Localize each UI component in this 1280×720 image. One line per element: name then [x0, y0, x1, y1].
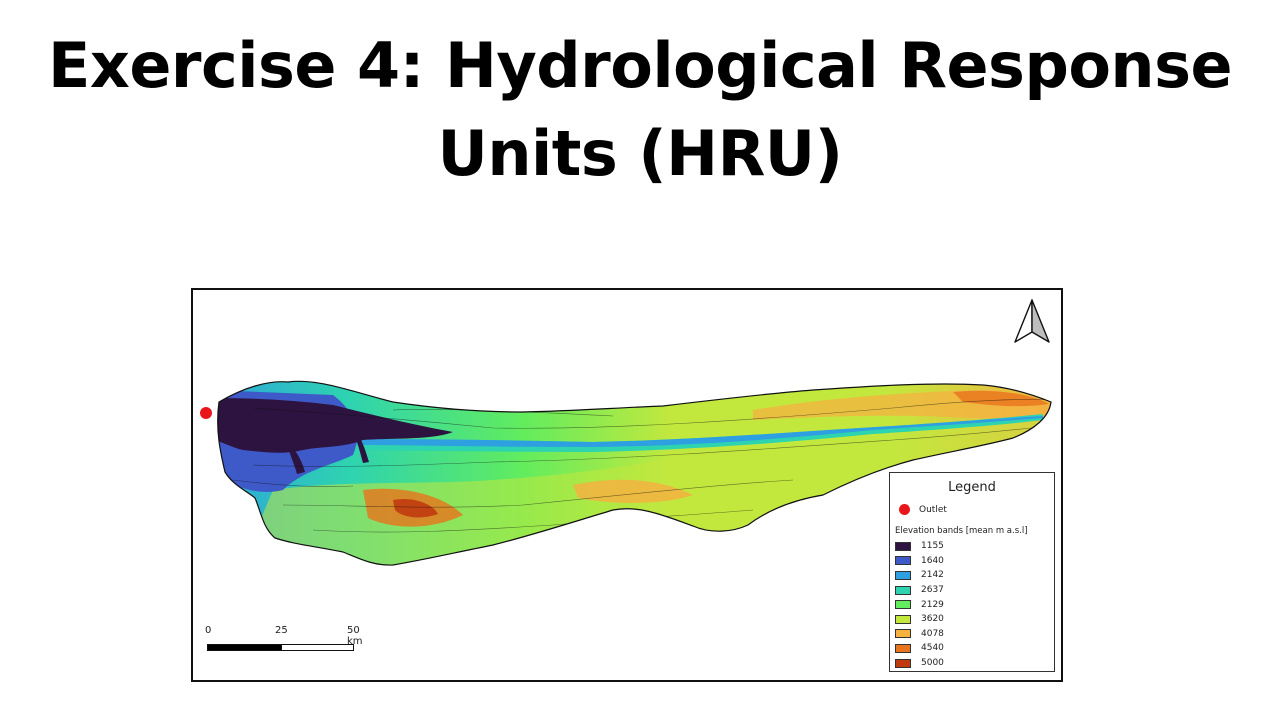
legend-band-label: 3620	[921, 614, 944, 625]
legend-bands-list: 1155 1640 2142 2637 2129 3620 4078 4540 5000	[890, 539, 1054, 670]
legend-band-swatch	[895, 643, 911, 653]
legend-band-item: 3620	[895, 612, 1054, 627]
legend-bands-title: Elevation bands [mean m a.s.l]	[895, 526, 1028, 536]
legend-band-swatch	[895, 658, 911, 668]
map-figure: Legend Outlet Elevation bands [mean m a.…	[191, 288, 1063, 682]
north-arrow-icon	[1014, 299, 1050, 343]
legend-band-item: 5000	[895, 656, 1054, 671]
legend-band-label: 4540	[921, 643, 944, 654]
legend-band-item: 4540	[895, 641, 1054, 656]
legend-band-swatch	[895, 600, 911, 610]
legend-band-swatch	[895, 556, 911, 566]
legend-band-label: 1155	[921, 541, 944, 552]
legend-band-swatch	[895, 541, 911, 551]
legend-band-item: 4078	[895, 627, 1054, 642]
scale-bar-dark-segment	[207, 644, 282, 651]
legend-outlet-label: Outlet	[919, 504, 947, 515]
slide-title-line-1: Exercise 4: Hydrological Response	[47, 29, 1233, 102]
legend-band-label: 2637	[921, 585, 944, 596]
legend-band-swatch	[895, 614, 911, 624]
legend-band-label: 4078	[921, 628, 944, 639]
legend-band-item: 2142	[895, 568, 1054, 583]
slide-title-line-2: Units (HRU)	[437, 117, 843, 190]
legend-band-swatch	[895, 585, 911, 595]
legend-band-item: 2129	[895, 597, 1054, 612]
legend-band-label: 5000	[921, 658, 944, 669]
legend-band-item: 2637	[895, 583, 1054, 598]
legend-title: Legend	[948, 480, 996, 495]
legend-band-label: 2142	[921, 570, 944, 581]
scale-bar: 0 25 50 km	[205, 625, 375, 655]
slide-title: Exercise 4: Hydrological Response Units …	[0, 22, 1280, 198]
legend-band-swatch	[895, 570, 911, 580]
legend-band-item: 1155	[895, 539, 1054, 554]
legend-band-item: 1640	[895, 554, 1054, 569]
scale-bar-light-segment	[281, 644, 354, 651]
legend-outlet-entry: Outlet	[899, 504, 1054, 515]
legend-band-label: 2129	[921, 599, 944, 610]
scale-label-25: 25	[275, 625, 288, 636]
outlet-marker	[200, 407, 212, 419]
legend-band-label: 1640	[921, 555, 944, 566]
legend-band-swatch	[895, 629, 911, 639]
outlet-dot-icon	[899, 504, 910, 515]
map-legend: Legend Outlet Elevation bands [mean m a.…	[889, 472, 1055, 672]
scale-label-0: 0	[205, 625, 212, 636]
